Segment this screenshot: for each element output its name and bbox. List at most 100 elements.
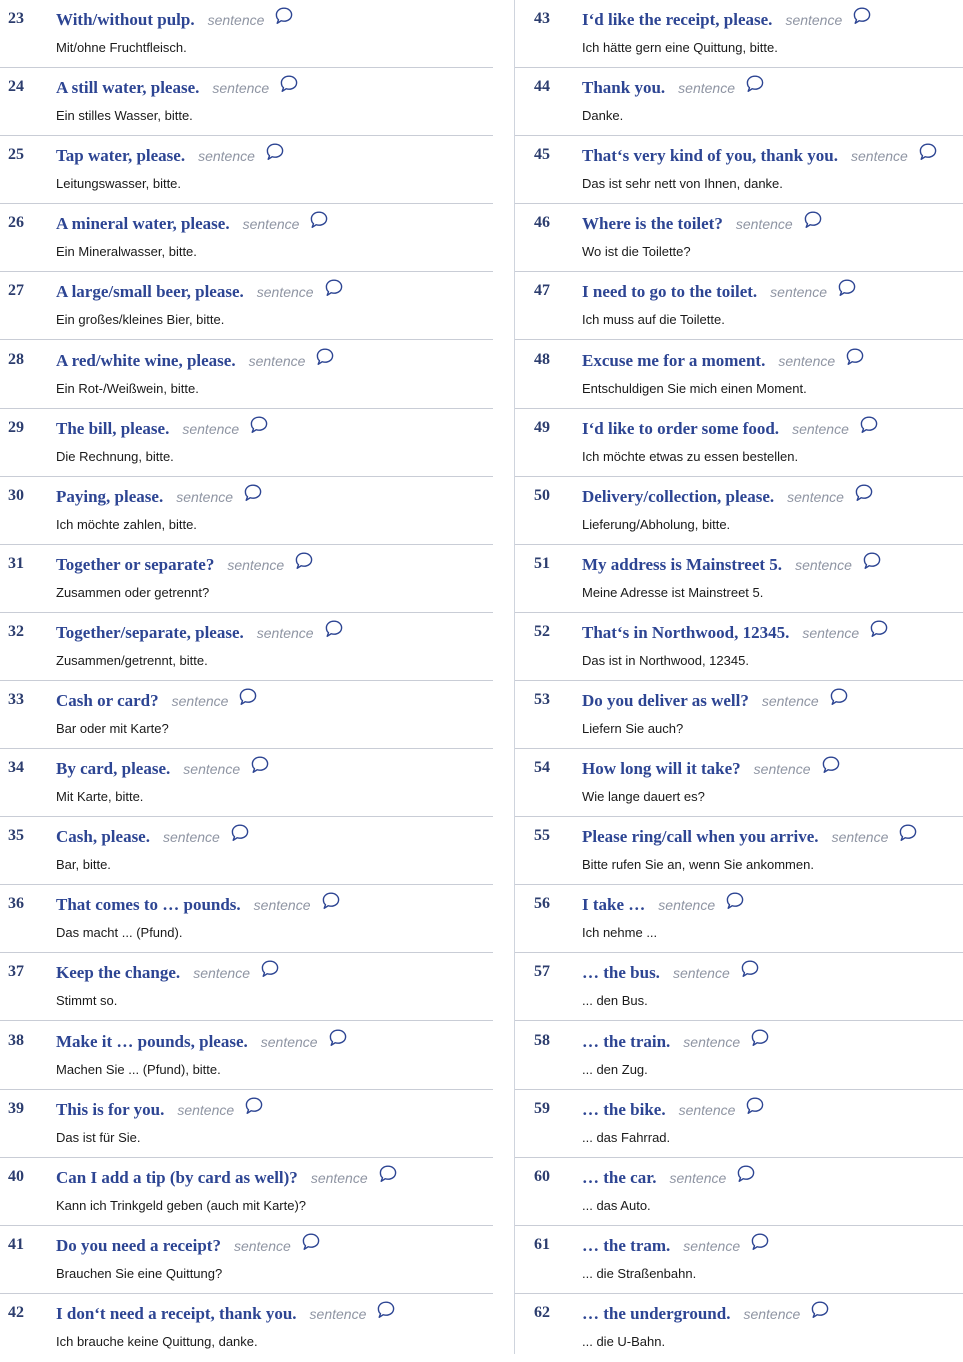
- speech-bubble-icon[interactable]: [854, 483, 874, 503]
- speech-bubble-icon[interactable]: [376, 1300, 396, 1320]
- speech-bubble-icon[interactable]: [250, 755, 270, 775]
- english-phrase: Cash, please.: [56, 827, 150, 847]
- speech-bubble-icon[interactable]: [829, 687, 849, 707]
- speech-bubble-icon[interactable]: [736, 1164, 756, 1184]
- english-phrase: I don‘t need a receipt, thank you.: [56, 1303, 297, 1323]
- english-phrase: Cash or card?: [56, 691, 159, 710]
- english-line: With/without pulp. sentence: [56, 7, 294, 30]
- speech-bubble-icon[interactable]: [321, 891, 341, 911]
- phrase-entry: 31 Together or separate? sentence Zusammen …: [0, 545, 493, 613]
- entry-number: 62: [534, 1303, 550, 1321]
- english-phrase: A red/white wine, please.: [56, 350, 236, 370]
- speech-bubble-icon[interactable]: [821, 755, 841, 775]
- speech-bubble-icon[interactable]: [862, 551, 882, 571]
- speech-bubble-icon[interactable]: [845, 347, 865, 367]
- german-translation: Machen Sie ... (Pfund), bitte.: [56, 1061, 221, 1077]
- phrase-entry: 62 … the underground. sentence ... die U-Ba…: [515, 1294, 963, 1362]
- speech-bubble-icon[interactable]: [279, 74, 299, 94]
- entry-number: 37: [8, 963, 24, 981]
- english-line: I‘d like the receipt, please. sentence: [582, 7, 872, 30]
- german-translation: Wo ist die Toilette?: [582, 244, 691, 260]
- speech-bubble-icon[interactable]: [294, 551, 314, 571]
- phrase-type-tag: sentence: [212, 80, 270, 97]
- speech-bubble-icon[interactable]: [230, 823, 250, 843]
- english-phrase: … the bike.: [582, 1099, 666, 1119]
- english-phrase: I need to go to the toilet.: [582, 282, 758, 302]
- speech-bubble-icon[interactable]: [852, 6, 872, 26]
- phrase-type-tag: sentence: [851, 148, 908, 165]
- german-translation: Ein stilles Wasser, bitte.: [56, 108, 193, 124]
- entry-number: 30: [8, 486, 24, 504]
- phrase-entry: 54 How long will it take? sentence Wie lang…: [515, 749, 963, 818]
- speech-bubble-icon[interactable]: [898, 823, 918, 843]
- phrase-type-tag: sentence: [678, 1101, 736, 1118]
- speech-bubble-icon[interactable]: [315, 347, 335, 367]
- english-phrase: … the car.: [582, 1167, 657, 1187]
- phrase-entry: 38 Make it … pounds, please. sentence Mache…: [0, 1022, 493, 1090]
- german-translation: Bar, bitte.: [56, 857, 111, 873]
- english-phrase: My address is Mainstreet 5.: [582, 554, 783, 574]
- english-line: A still water, please. sentence: [56, 75, 299, 98]
- phrase-entry: 45 That‘s very kind of you, thank you. sen…: [515, 136, 963, 205]
- phrase-type-tag: sentence: [770, 284, 827, 301]
- phrase-type-tag: sentence: [735, 216, 793, 233]
- speech-bubble-icon[interactable]: [328, 1028, 348, 1048]
- speech-bubble-icon[interactable]: [810, 1300, 830, 1320]
- speech-bubble-icon[interactable]: [750, 1028, 770, 1048]
- speech-bubble-icon[interactable]: [309, 210, 329, 230]
- phrase-type-tag: sentence: [207, 12, 265, 28]
- english-line: I don‘t need a receipt, thank you. senten…: [56, 1301, 396, 1324]
- entry-number: 52: [534, 622, 550, 640]
- speech-bubble-icon[interactable]: [740, 959, 760, 979]
- phrase-list-left: 23 With/without pulp. sentence Mit/ohne Fru…: [0, 0, 493, 1354]
- speech-bubble-icon[interactable]: [324, 278, 344, 298]
- english-line: I take … sentence: [582, 892, 745, 915]
- speech-bubble-icon[interactable]: [238, 687, 258, 707]
- phrase-type-tag: sentence: [183, 761, 241, 778]
- german-translation: Zusammen oder getrennt?: [56, 584, 210, 600]
- entry-number: 49: [534, 418, 550, 436]
- speech-bubble-icon[interactable]: [869, 619, 889, 639]
- english-phrase: Thank you.: [582, 78, 666, 98]
- speech-bubble-icon[interactable]: [265, 142, 285, 162]
- english-phrase: That‘s in Northwood, 12345.: [582, 622, 790, 642]
- speech-bubble-icon[interactable]: [803, 210, 823, 230]
- speech-bubble-icon[interactable]: [249, 415, 269, 435]
- phrase-entry: 28 A red/white wine, please. sentence Ein R…: [0, 341, 493, 409]
- speech-bubble-icon[interactable]: [244, 1096, 264, 1116]
- german-translation: Ein Mineralwasser, bitte.: [56, 244, 197, 260]
- english-line: Please ring/call when you arrive. sentenc…: [582, 824, 918, 847]
- speech-bubble-icon[interactable]: [260, 959, 280, 979]
- english-line: Can I add a tip (by card as well)? senten…: [56, 1165, 398, 1188]
- english-phrase: … the underground.: [582, 1303, 731, 1323]
- entry-number: 25: [8, 146, 24, 164]
- phrase-entry: 27 A large/small beer, please. sentence Ein…: [0, 272, 493, 341]
- german-translation: Mit Karte, bitte.: [56, 789, 144, 805]
- speech-bubble-icon[interactable]: [324, 619, 344, 639]
- speech-bubble-icon[interactable]: [378, 1164, 398, 1184]
- speech-bubble-icon[interactable]: [725, 891, 745, 911]
- speech-bubble-icon[interactable]: [301, 1232, 321, 1252]
- phrase-entry: 32 Together/separate, please. sentence Zusa…: [0, 613, 493, 681]
- speech-bubble-icon[interactable]: [745, 74, 765, 94]
- english-line: The bill, please. sentence: [56, 416, 269, 439]
- speech-bubble-icon[interactable]: [243, 483, 263, 503]
- german-translation: Ich muss auf die Toilette.: [582, 312, 725, 328]
- german-translation: Das ist in Northwood, 12345.: [582, 652, 749, 668]
- english-line: How long will it take? sentence: [582, 756, 841, 779]
- phrase-type-tag: sentence: [193, 965, 251, 982]
- german-translation: Das ist für Sie.: [56, 1129, 141, 1145]
- phrase-entry: 61 … the tram. sentence ... die Straßenbahn…: [515, 1226, 963, 1294]
- speech-bubble-icon[interactable]: [859, 415, 879, 435]
- phrase-entry: 30 Paying, please. sentence Ich möchte zahl…: [0, 477, 493, 545]
- speech-bubble-icon[interactable]: [274, 6, 294, 26]
- speech-bubble-icon[interactable]: [837, 278, 857, 298]
- speech-bubble-icon[interactable]: [918, 142, 938, 162]
- phrase-entry: 52 That‘s in Northwood, 12345. sentence Das…: [515, 613, 963, 681]
- english-line: … the underground. sentence: [582, 1301, 830, 1324]
- speech-bubble-icon[interactable]: [750, 1232, 770, 1252]
- entry-number: 55: [534, 827, 550, 845]
- phrase-entry: 40 Can I add a tip (by card as well)? sent…: [0, 1158, 493, 1226]
- entry-number: 27: [8, 282, 24, 300]
- speech-bubble-icon[interactable]: [745, 1096, 765, 1116]
